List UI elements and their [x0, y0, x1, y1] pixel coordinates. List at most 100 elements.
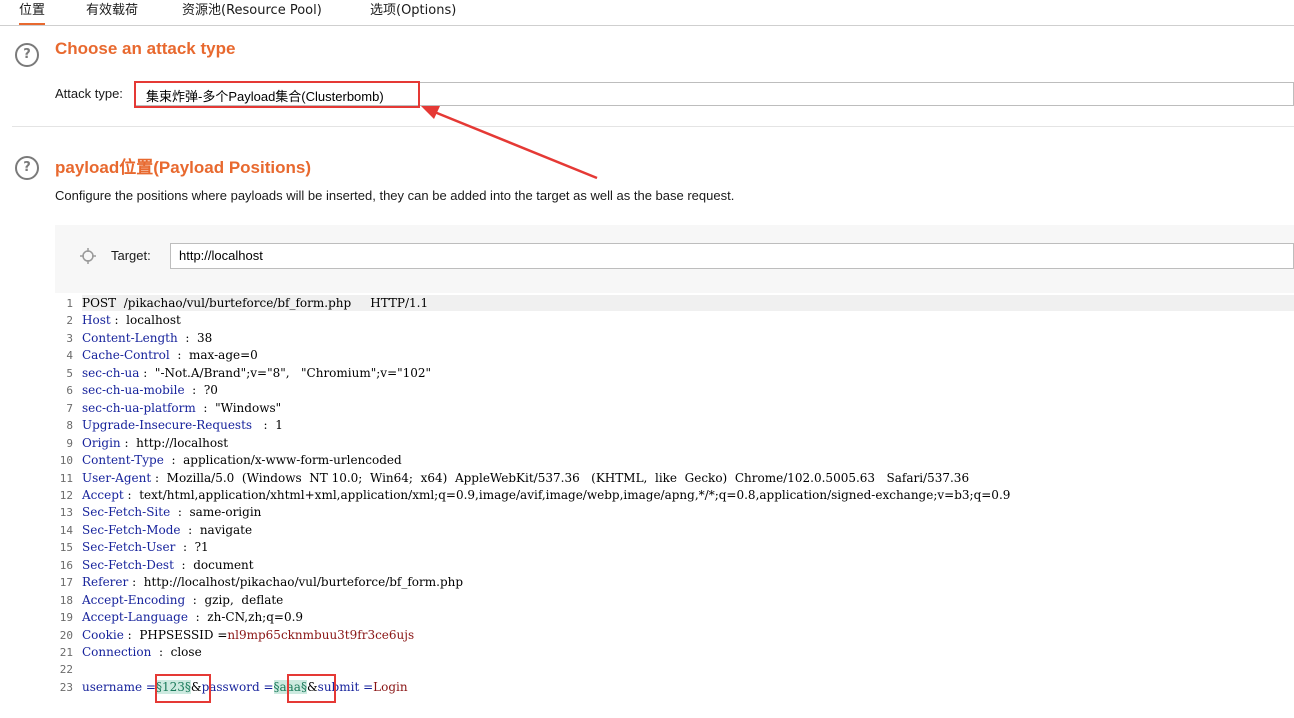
line-number: 20	[59, 628, 73, 642]
header-value: max-age=0	[189, 348, 258, 363]
tab-positions[interactable]: 位置	[19, 0, 46, 25]
header-name: Sec-Fetch-Mode	[82, 522, 181, 537]
header-separator: :	[169, 348, 190, 363]
line-number: 11	[59, 471, 73, 485]
line-number: 21	[59, 646, 73, 659]
tab-payloads[interactable]: 有效载荷	[86, 0, 138, 25]
header-name: Referer	[82, 575, 129, 590]
header-value: "-Not.A/Brand";v="8", "Chromium";v="102"	[154, 365, 432, 380]
request-line: Accept-Encoding : gzip, deflate	[82, 593, 283, 607]
line-number: 10	[59, 454, 73, 468]
help-icon[interactable]: ?	[15, 156, 39, 180]
header-value: PHPSESSID =	[139, 627, 228, 642]
header-name: Host	[82, 313, 111, 328]
header-separator: :	[252, 418, 276, 433]
param-submit-value: Login	[373, 679, 408, 694]
header-value: 38	[197, 330, 213, 345]
password-marker-highlight-box	[287, 674, 336, 703]
request-line: Content-Length : 38	[82, 331, 212, 345]
request-line: sec-ch-ua : "-Not.A/Brand";v="8", "Chrom…	[82, 366, 431, 380]
request-line: Accept-Language : zh-CN,zh;q=0.9	[82, 610, 303, 624]
header-value: 1	[275, 418, 283, 433]
header-separator: :	[185, 592, 205, 607]
help-icon[interactable]: ?	[15, 43, 39, 67]
header-name: Sec-Fetch-Dest	[82, 557, 174, 572]
header-value: localhost	[126, 313, 181, 328]
target-input[interactable]: http://localhost	[170, 243, 1294, 269]
request-line: User-Agent : Mozilla/5.0 (Windows NT 10.…	[82, 471, 969, 485]
line-number: 22	[59, 663, 73, 677]
line-number: 9	[66, 436, 73, 450]
header-value: document	[193, 557, 254, 572]
header-name: Sec-Fetch-Site	[82, 505, 171, 520]
header-name: Accept-Language	[82, 610, 188, 625]
header-separator: :	[195, 400, 216, 415]
param-username: username =	[82, 679, 156, 694]
line-number: 23	[59, 680, 73, 694]
request-line: Upgrade-Insecure-Requests : 1	[82, 418, 283, 432]
request-line: Content-Type : application/x-www-form-ur…	[82, 453, 402, 467]
request-body-line: username =§123§&password =§aaa§&submit =…	[82, 679, 408, 694]
header-value: http://localhost/pikachao/vul/burteforce…	[143, 575, 464, 590]
header-name: sec-ch-ua-platform	[82, 400, 196, 415]
line-number: 16	[59, 558, 73, 572]
header-separator: :	[120, 435, 137, 450]
header-value: gzip, deflate	[204, 592, 284, 607]
header-name: Sec-Fetch-User	[82, 540, 176, 555]
header-value: ?0	[203, 383, 218, 398]
attack-type-highlight-box	[134, 81, 420, 108]
header-value: navigate	[199, 522, 253, 537]
param-password: password =	[201, 679, 274, 694]
header-value: Mozilla/5.0 (Windows NT 10.0; Win64; x64…	[166, 470, 970, 485]
header-name: Cookie	[82, 627, 124, 642]
line-number: 6	[66, 384, 73, 398]
line-number: 12	[59, 488, 73, 502]
target-value: http://localhost	[179, 248, 263, 263]
request-line: Connection : close	[82, 645, 202, 659]
request-line: sec-ch-ua-mobile : ?0	[82, 383, 218, 397]
header-separator: :	[180, 522, 200, 537]
username-marker-highlight-box	[155, 674, 211, 703]
attack-type-title: Choose an attack type	[55, 39, 236, 58]
line-number: 17	[59, 576, 73, 590]
header-separator: :	[139, 365, 155, 380]
header-name: Connection	[82, 645, 152, 659]
request-line: Cache-Control : max-age=0	[82, 348, 258, 362]
line-number: 5	[66, 366, 73, 380]
header-value: zh-CN,zh;q=0.9	[207, 610, 304, 625]
header-name: sec-ch-ua	[82, 365, 140, 380]
tab-resource-pool[interactable]: 资源池(Resource Pool)	[182, 0, 322, 25]
request-line: Sec-Fetch-Dest : document	[82, 558, 254, 572]
header-name: User-Agent	[82, 470, 152, 485]
header-separator: :	[123, 627, 140, 642]
section-divider	[12, 126, 1294, 127]
request-line: Sec-Fetch-User : ?1	[82, 540, 209, 554]
attack-type-label: Attack type:	[55, 86, 123, 101]
line-number: 14	[59, 523, 73, 537]
target-label: Target:	[111, 248, 151, 263]
line-number: 7	[66, 401, 73, 415]
header-name: Origin	[82, 435, 121, 450]
header-separator: :	[173, 557, 194, 572]
header-value: application/x-www-form-urlencoded	[183, 453, 402, 468]
line-number: 18	[59, 593, 73, 607]
payload-positions-title: payload位置(Payload Positions)	[55, 158, 311, 177]
header-name: Cache-Control	[82, 348, 170, 363]
request-editor[interactable]: 1 POST /pikachao/vul/burteforce/bf_form.p…	[55, 293, 1294, 718]
header-separator: :	[151, 645, 171, 659]
header-value: same-origin	[189, 505, 262, 520]
header-separator: :	[175, 540, 195, 555]
header-name: Content-Length	[82, 330, 178, 345]
tab-options[interactable]: 选项(Options)	[370, 0, 456, 25]
line-number: 4	[66, 349, 73, 363]
request-line: POST /pikachao/vul/burteforce/bf_form.ph…	[82, 296, 428, 310]
header-name: sec-ch-ua-mobile	[82, 383, 185, 398]
header-value: http://localhost	[136, 435, 229, 450]
request-line: Sec-Fetch-Site : same-origin	[82, 505, 261, 519]
header-separator: :	[184, 383, 204, 398]
request-text: POST /pikachao/vul/burteforce/bf_form.ph…	[82, 296, 429, 310]
cookie-value: nl9mp65cknmbuu3t9fr3ce6ujs	[227, 627, 415, 642]
request-line: Host : localhost	[82, 313, 181, 327]
line-number: 1	[66, 297, 73, 310]
header-value: "Windows"	[215, 400, 282, 415]
